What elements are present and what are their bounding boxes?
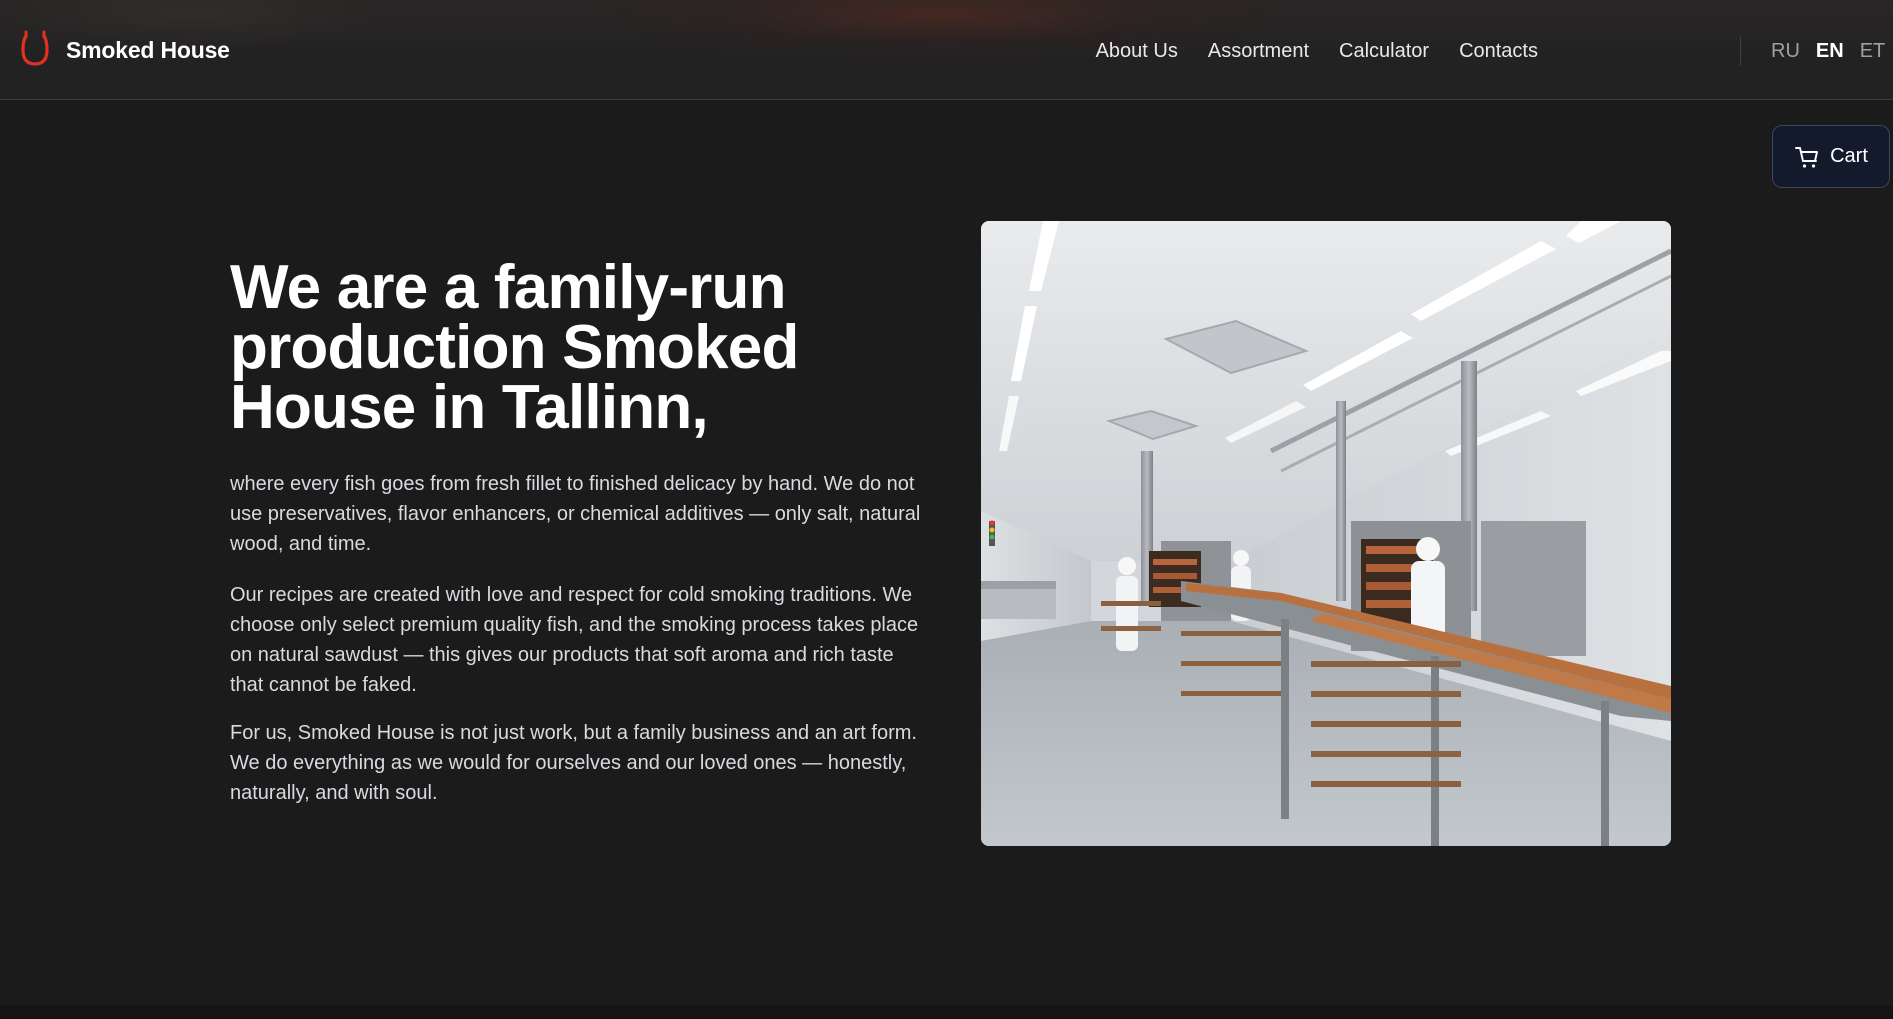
page: Smoked House About Us Assortment Calcula… bbox=[0, 0, 1893, 1019]
brand-home-link[interactable]: Smoked House bbox=[20, 30, 230, 70]
cart-label: Cart bbox=[1830, 145, 1868, 167]
production-facility-photo bbox=[981, 221, 1671, 846]
cart-icon bbox=[1795, 146, 1819, 168]
nav-item-assortment[interactable]: Assortment bbox=[1208, 40, 1309, 63]
language-switcher: RU EN ET bbox=[1740, 36, 1885, 66]
nav-item-about-us[interactable]: About Us bbox=[1096, 40, 1178, 63]
horseshoe-logo-icon bbox=[21, 30, 49, 66]
page-headline: We are a family-run production Smoked Ho… bbox=[230, 253, 799, 442]
lang-ru[interactable]: RU bbox=[1771, 40, 1800, 63]
lang-en[interactable]: EN bbox=[1816, 40, 1844, 63]
footer-band bbox=[0, 1005, 1893, 1019]
nav-item-contacts[interactable]: Contacts bbox=[1459, 40, 1538, 63]
about-paragraph-1: where every fish goes from fresh fillet … bbox=[230, 473, 921, 555]
cart-button[interactable]: Cart bbox=[1772, 125, 1890, 188]
site-header: Smoked House About Us Assortment Calcula… bbox=[0, 0, 1893, 100]
nav-item-calculator[interactable]: Calculator bbox=[1339, 40, 1429, 63]
lang-et[interactable]: ET bbox=[1860, 40, 1886, 63]
about-paragraph-2: Our recipes are created with love and re… bbox=[230, 584, 919, 696]
about-paragraph-3: For us, Smoked House is not just work, b… bbox=[230, 722, 917, 804]
main-nav: About Us Assortment Calculator Contacts bbox=[1096, 36, 1538, 66]
brand-name: Smoked House bbox=[66, 36, 230, 63]
